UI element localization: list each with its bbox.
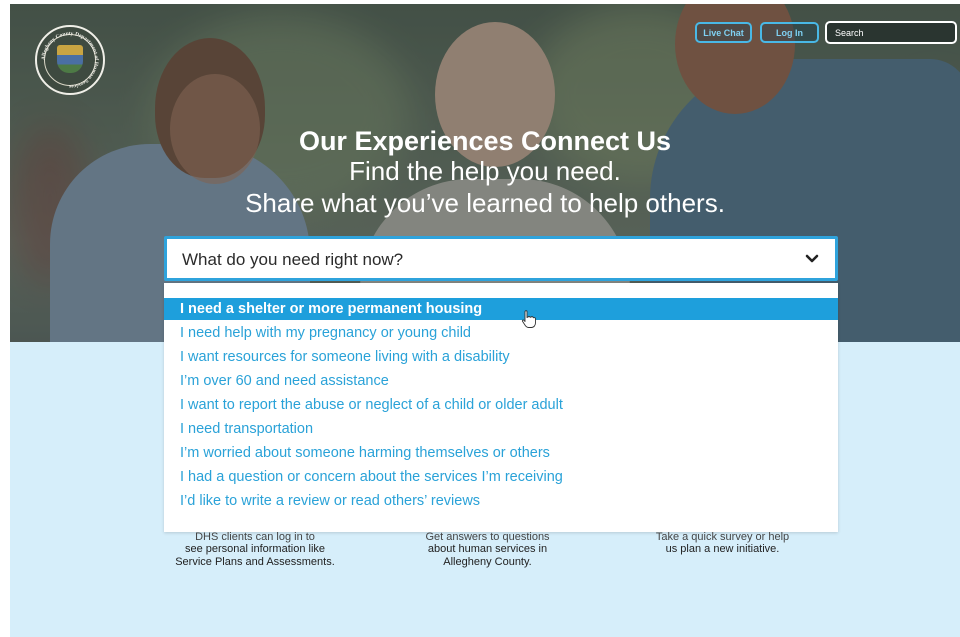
option-transportation[interactable]: I need transportation [164,418,838,440]
chevron-down-icon [805,254,819,263]
card-get-answers: Get answers to questions about human ser… [405,531,570,569]
card-get-answers-partial: Get answers to questions [425,531,550,543]
page-frame: Allegheny County Department of Human Ser… [10,4,960,637]
hero-subtitle-line2: Share what you’ve learned to help others… [245,188,725,218]
svg-text:Allegheny County Department of: Allegheny County Department of Human Ser… [41,31,99,89]
need-options-list: I need a shelter or more permanent housi… [164,283,838,532]
card-client-login-text: see personal information like Service Pl… [175,543,335,568]
card-client-login-partial: DHS clients can log in to [195,531,315,543]
hero-subtitle-line1: Find the help you need. [349,156,621,186]
card-survey: Take a quick survey or help us plan a ne… [635,531,810,556]
option-pregnancy-child[interactable]: I need help with my pregnancy or young c… [164,322,838,344]
option-disability[interactable]: I want resources for someone living with… [164,346,838,368]
hand-pointer-icon [521,310,536,328]
card-survey-partial: Take a quick survey or help [655,531,790,543]
option-over-60[interactable]: I’m over 60 and need assistance [164,370,838,392]
county-seal-logo[interactable]: Allegheny County Department of Human Ser… [35,25,105,95]
option-self-harm[interactable]: I’m worried about someone harming themse… [164,442,838,464]
card-client-login: DHS clients can log in to see personal i… [175,531,335,569]
option-shelter-housing[interactable]: I need a shelter or more permanent housi… [164,298,838,320]
seal-text: Allegheny County Department of Human Ser… [41,31,99,89]
hero-title: Our Experiences Connect Us [298,126,672,156]
search-input[interactable] [825,21,957,44]
option-reviews[interactable]: I’d like to write a review or read other… [164,490,838,512]
live-chat-button[interactable]: Live Chat [695,22,752,43]
option-services-concern[interactable]: I had a question or concern about the se… [164,466,838,488]
card-survey-text: us plan a new initiative. [665,543,780,555]
need-select-value: What do you need right now? [182,250,404,269]
need-select-dropdown[interactable]: What do you need right now? [164,236,838,281]
option-report-abuse[interactable]: I want to report the abuse or neglect of… [164,394,838,416]
card-get-answers-text: about human services in Allegheny County… [427,543,548,568]
login-button[interactable]: Log In [760,22,819,43]
